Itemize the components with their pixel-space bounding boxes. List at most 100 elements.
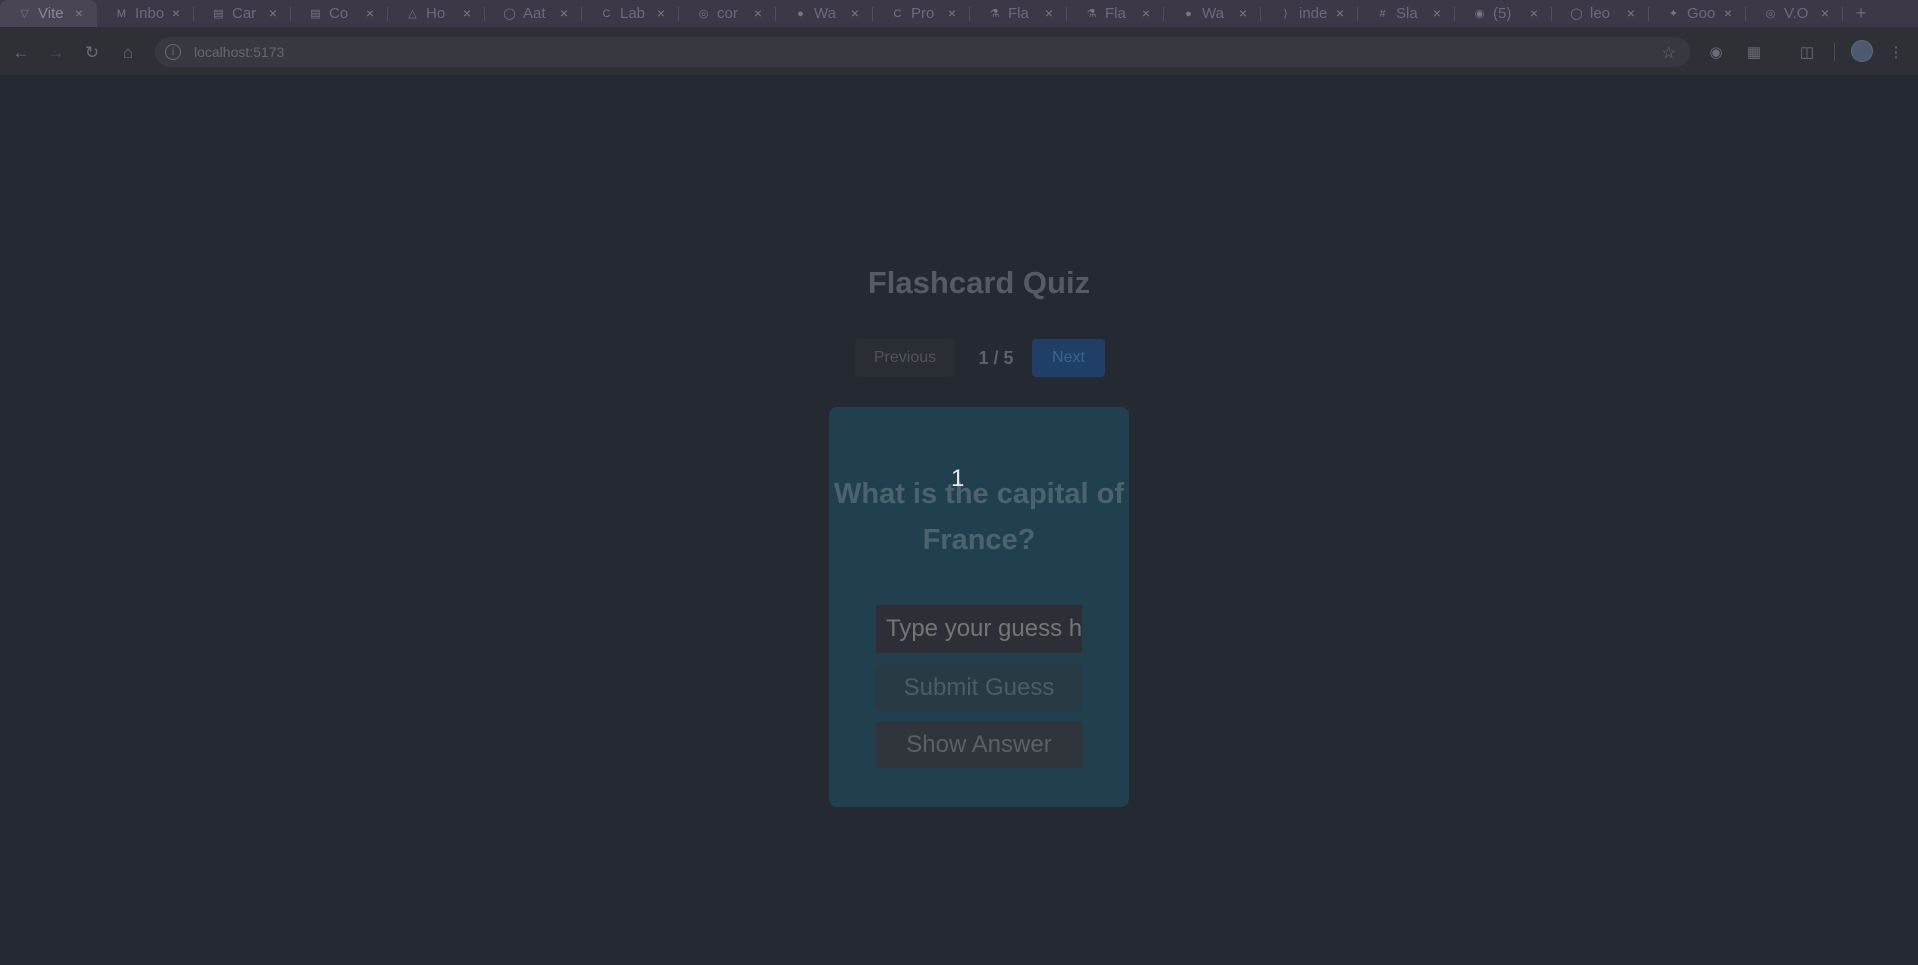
doc-icon: ▤ [310,8,321,20]
browser-tab[interactable]: M Inbo × [97,0,194,27]
tab-label: Lab [620,5,646,22]
reload-icon[interactable]: ↻ [81,42,103,64]
back-arrow-icon[interactable]: ← [10,42,32,64]
menu-kebab-icon[interactable]: ⋮ [1885,41,1907,63]
tab-label: Car [232,5,257,22]
submit-guess-button[interactable]: Submit Guess [875,665,1083,711]
close-icon[interactable]: × [1821,5,1829,21]
browser-tab[interactable]: ◉ (5) × [1455,0,1552,27]
incognito-icon[interactable]: ◉ [1705,41,1727,63]
tab-label: cor [717,5,738,22]
close-icon[interactable]: × [1142,5,1150,21]
github-icon: ◯ [1570,8,1583,20]
vscode-icon: ⟩ [1283,8,1288,20]
flask-icon: ⚗ [1086,8,1097,20]
tab-label: Fla [1008,5,1029,22]
tab-label: (5) [1493,5,1512,22]
doc-icon: ▤ [213,8,224,20]
close-icon[interactable]: × [1336,5,1344,21]
page-title: Flashcard Quiz [867,265,1091,300]
close-icon[interactable]: × [754,5,762,21]
close-icon[interactable]: × [1239,5,1247,21]
c-icon: C [893,7,902,20]
tab-label: V.O [1784,5,1809,22]
bot-icon: ● [797,7,804,20]
browser-tab[interactable]: ⟩ inde × [1261,0,1358,27]
card-counter: 1 / 5 [978,347,1014,368]
toolbar-divider [1834,43,1835,61]
browser-tab-strip: ▽ Vite × M Inbo × ▤ Car × ▤ Co × △ Ho × ◯ Aat × C Lab × ◎ cor ×… [0,0,1918,27]
next-button[interactable]: Next [1032,339,1105,377]
flask-icon: ⚗ [989,8,1000,20]
card-number: 1 [951,465,965,492]
browser-tab[interactable]: ◎ V.O × [1746,0,1843,27]
close-icon[interactable]: × [560,5,568,21]
close-icon[interactable]: × [1045,5,1053,21]
profile-avatar[interactable] [1851,40,1873,62]
mail-icon: M [116,7,127,20]
bookmark-star-icon[interactable]: ☆ [1662,43,1676,63]
close-icon[interactable]: × [1433,5,1441,21]
close-icon[interactable]: × [269,5,277,21]
browser-tab[interactable]: ▽ Vite × [0,0,97,27]
close-icon[interactable]: × [851,5,859,21]
home-icon[interactable]: ⌂ [117,42,139,64]
close-icon[interactable]: × [1530,5,1538,21]
forward-arrow-icon[interactable]: → [45,42,67,64]
new-tab-button[interactable]: + [1843,0,1879,27]
tab-label: Ho [426,5,446,22]
side-panel-icon[interactable]: ◫ [1796,41,1818,63]
tab-label: Wa [814,5,836,22]
close-icon[interactable]: × [1627,5,1635,21]
close-icon[interactable]: × [1724,5,1732,21]
browser-tab[interactable]: C Pro × [873,0,970,27]
globe-icon: ◎ [698,8,709,20]
tab-label: Sla [1396,5,1418,22]
question-text: What is the capital of France? [833,478,1125,556]
close-icon[interactable]: × [366,5,374,21]
browser-tab[interactable]: ◯ leo × [1552,0,1649,27]
browser-tab[interactable]: # Sla × [1358,0,1455,27]
tab-label: leo [1590,5,1611,22]
slack-icon: # [1379,7,1386,20]
browser-tab[interactable]: ⚗ Fla × [970,0,1067,27]
github-icon: ◯ [503,8,516,20]
previous-button[interactable]: Previous [855,339,955,377]
bot-icon: ● [1185,7,1192,20]
browser-tab[interactable]: ▤ Car × [194,0,291,27]
close-icon[interactable]: × [948,5,956,21]
browser-tab[interactable]: ● Wa × [1164,0,1261,27]
browser-tab[interactable]: C Lab × [582,0,679,27]
vite-icon: ▽ [20,8,29,20]
site-info-icon[interactable]: i [165,44,181,60]
drive-icon: △ [408,8,417,20]
address-bar[interactable]: i localhost:5173 ☆ [155,37,1690,67]
tab-label: inde [1299,5,1328,22]
close-icon[interactable]: × [463,5,471,21]
show-answer-button[interactable]: Show Answer [875,722,1083,768]
tab-label: Inbo [135,5,165,22]
guess-input[interactable] [875,604,1083,654]
globe-icon: ◎ [1765,8,1776,20]
tab-label: Aat [523,5,546,22]
browser-tab[interactable]: ⚗ Fla × [1067,0,1164,27]
browser-tab[interactable]: ✦ Goo × [1649,0,1746,27]
tab-label: Co [329,5,349,22]
browser-tab[interactable]: ▤ Co × [291,0,388,27]
sparkle-icon: ✦ [1668,8,1679,20]
extensions-puzzle-icon[interactable]: ▦ [1743,41,1765,63]
browser-toolbar: ← → ↻ ⌂ i localhost:5173 ☆ ◉ ▦ ◫ ⋮ [0,27,1918,76]
close-icon[interactable]: × [172,5,180,21]
browser-tab[interactable]: ◎ cor × [679,0,776,27]
close-icon[interactable]: × [657,5,665,21]
close-icon[interactable]: × [75,5,83,21]
notification-icon: ◉ [1474,8,1485,20]
url-text: localhost:5173 [194,44,285,60]
tab-label: Fla [1105,5,1126,22]
tab-label: Vite [38,5,64,22]
tab-separator [1842,7,1843,21]
browser-tab[interactable]: △ Ho × [388,0,485,27]
browser-tab[interactable]: ◯ Aat × [485,0,582,27]
tab-label: Pro [911,5,935,22]
browser-tab[interactable]: ● Wa × [776,0,873,27]
